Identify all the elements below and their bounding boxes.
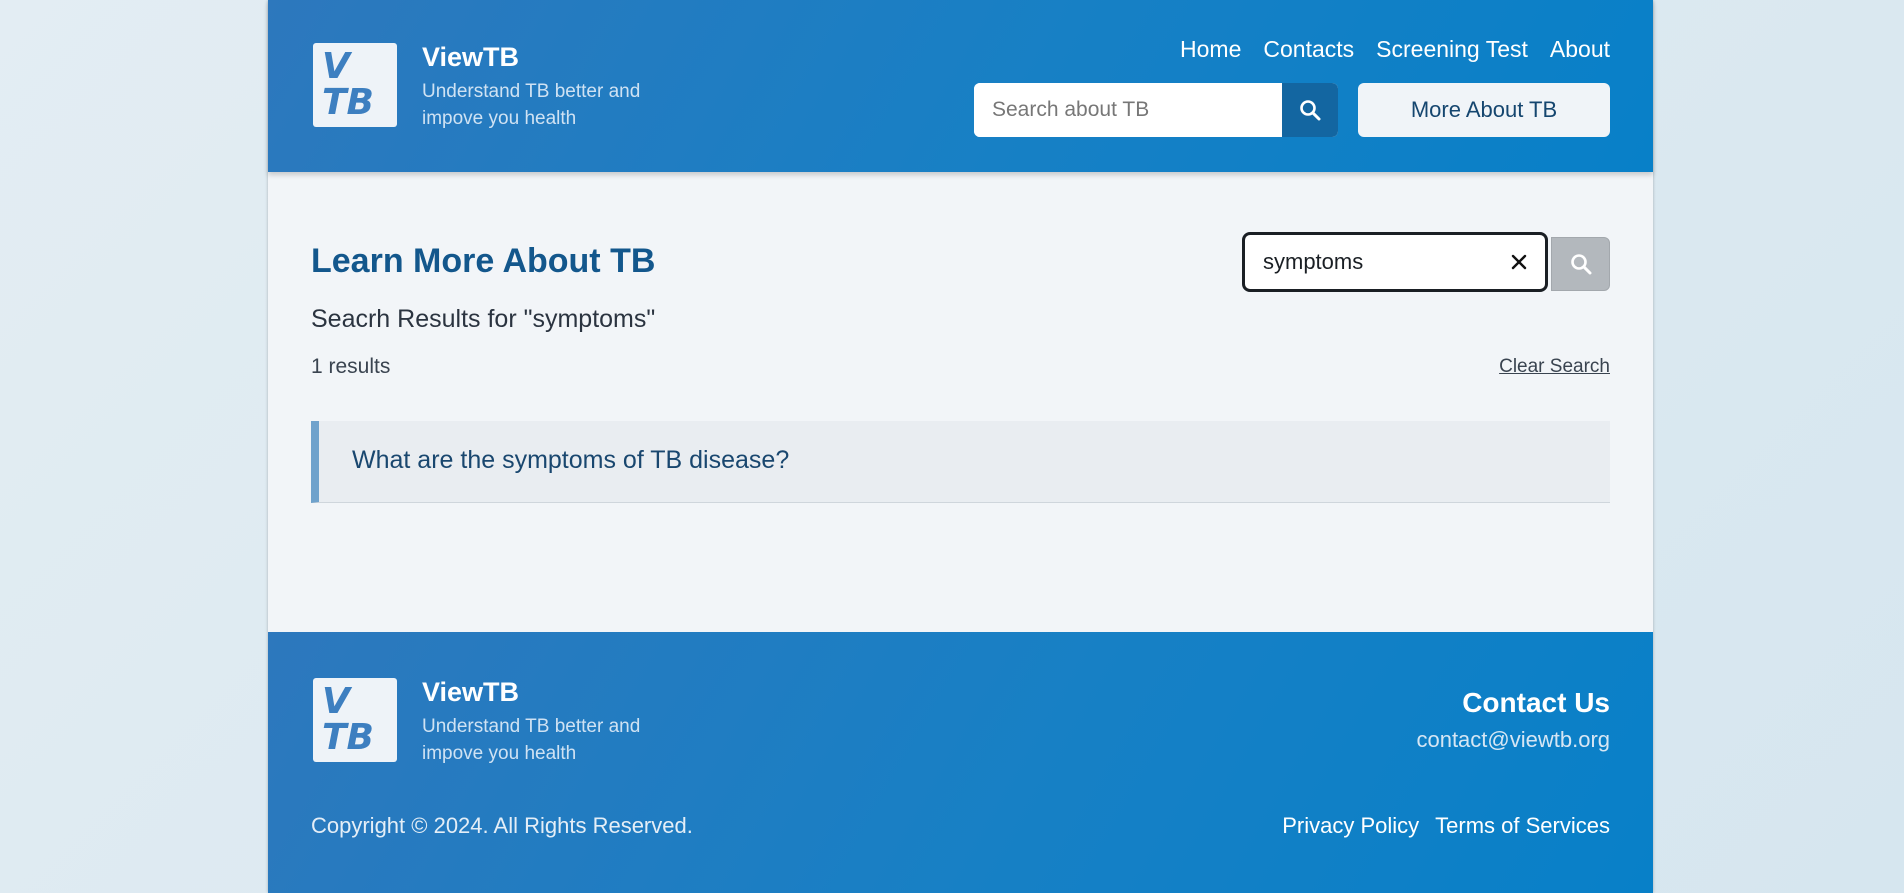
header-search-button[interactable] — [1281, 83, 1338, 137]
content-search-box — [1242, 232, 1548, 292]
terms-of-services-link[interactable]: Terms of Services — [1435, 813, 1610, 839]
main-nav: Home Contacts Screening Test About — [1180, 36, 1610, 63]
nav-home[interactable]: Home — [1180, 36, 1241, 63]
brand-tagline: Understand TB better and impove you heal… — [422, 81, 641, 129]
result-item-title: What are the symptoms of TB disease? — [352, 446, 790, 474]
search-icon — [1300, 100, 1321, 121]
site-footer: V TB ViewTB Understand TB better and imp… — [268, 632, 1653, 893]
content-search-input[interactable] — [1245, 235, 1531, 289]
nav-contacts[interactable]: Contacts — [1263, 36, 1354, 63]
footer-brand-tagline: Understand TB better and impove you heal… — [422, 716, 641, 764]
content-search-button[interactable] — [1551, 237, 1610, 291]
result-item[interactable]: What are the symptoms of TB disease? — [311, 421, 1610, 503]
header-search — [974, 83, 1338, 137]
header-search-input[interactable] — [974, 83, 1282, 137]
copyright: Copyright © 2024. All Rights Reserved. — [311, 813, 693, 838]
contact-email-link[interactable]: contact@viewtb.org — [1416, 727, 1610, 753]
page-container: V TB ViewTB Understand TB better and imp… — [268, 0, 1653, 893]
search-icon — [1570, 254, 1591, 275]
nav-screening-test[interactable]: Screening Test — [1376, 36, 1528, 63]
brand-name[interactable]: ViewTB — [422, 42, 519, 73]
footer-logo[interactable]: V TB — [313, 678, 397, 762]
results-count: 1 results — [311, 355, 391, 378]
logo-letters-tb: TB — [322, 82, 374, 123]
close-icon[interactable] — [1505, 248, 1533, 276]
footer-brand-name[interactable]: ViewTB — [422, 677, 519, 708]
site-header: V TB ViewTB Understand TB better and imp… — [268, 0, 1653, 172]
logo-letter-v: V — [322, 681, 350, 722]
logo-letters-tb: TB — [322, 717, 374, 758]
clear-search-link[interactable]: Clear Search — [1499, 356, 1610, 378]
nav-about[interactable]: About — [1550, 36, 1610, 63]
page-title: Learn More About TB — [311, 242, 656, 280]
logo-letter-v: V — [322, 46, 350, 87]
contact-title: Contact Us — [1462, 687, 1610, 718]
more-about-tb-button[interactable]: More About TB — [1358, 83, 1610, 137]
results-heading: Seacrh Results for "symptoms" — [311, 305, 656, 333]
footer-links: Privacy Policy Terms of Services — [1282, 813, 1610, 839]
privacy-policy-link[interactable]: Privacy Policy — [1282, 813, 1419, 839]
logo[interactable]: V TB — [313, 43, 397, 127]
